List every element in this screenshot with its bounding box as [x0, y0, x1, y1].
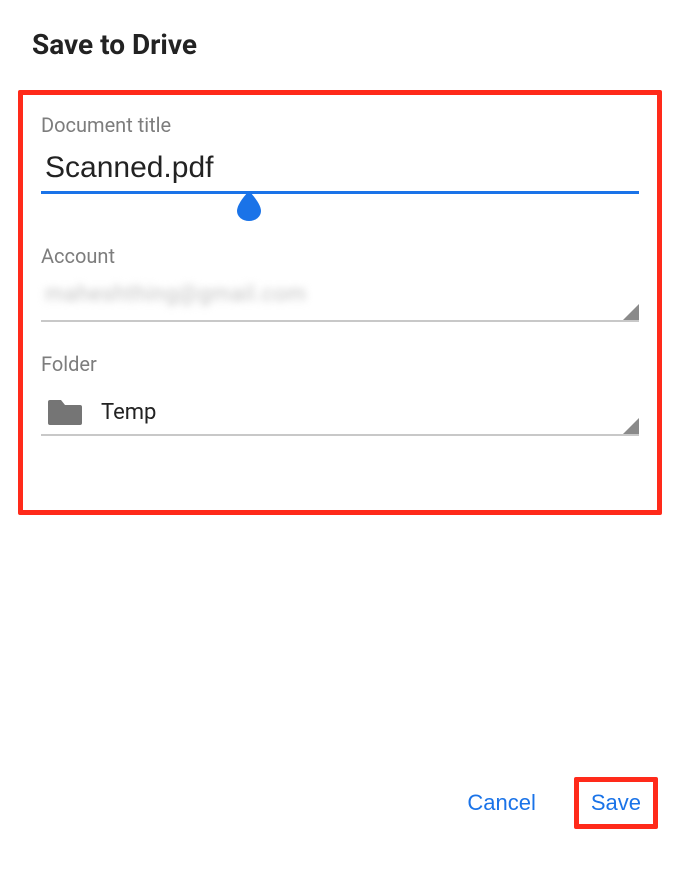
folder-section: Folder Temp: [41, 352, 639, 436]
folder-value: Temp: [101, 400, 156, 425]
save-form-panel: Document title Account maheshthing@gmail…: [18, 90, 662, 515]
document-title-label: Document title: [41, 113, 639, 137]
account-label: Account: [41, 244, 639, 268]
folder-icon: [47, 398, 83, 426]
document-title-input[interactable]: [41, 151, 639, 194]
dropdown-handle-icon: [623, 418, 639, 434]
dropdown-handle-icon: [623, 304, 639, 320]
folder-label: Folder: [41, 352, 639, 376]
save-button[interactable]: Save: [591, 790, 641, 816]
page-title: Save to Drive: [0, 0, 680, 61]
account-section: Account maheshthing@gmail.com: [41, 244, 639, 322]
text-cursor-handle-icon[interactable]: [237, 191, 261, 221]
cancel-button[interactable]: Cancel: [457, 784, 545, 822]
account-selector[interactable]: maheshthing@gmail.com: [41, 282, 639, 322]
document-title-field-wrap: [41, 151, 639, 194]
account-value: maheshthing@gmail.com: [41, 282, 306, 307]
folder-selector[interactable]: Temp: [41, 390, 639, 436]
dialog-actions: Cancel Save: [457, 777, 658, 829]
save-button-highlight: Save: [574, 777, 658, 829]
